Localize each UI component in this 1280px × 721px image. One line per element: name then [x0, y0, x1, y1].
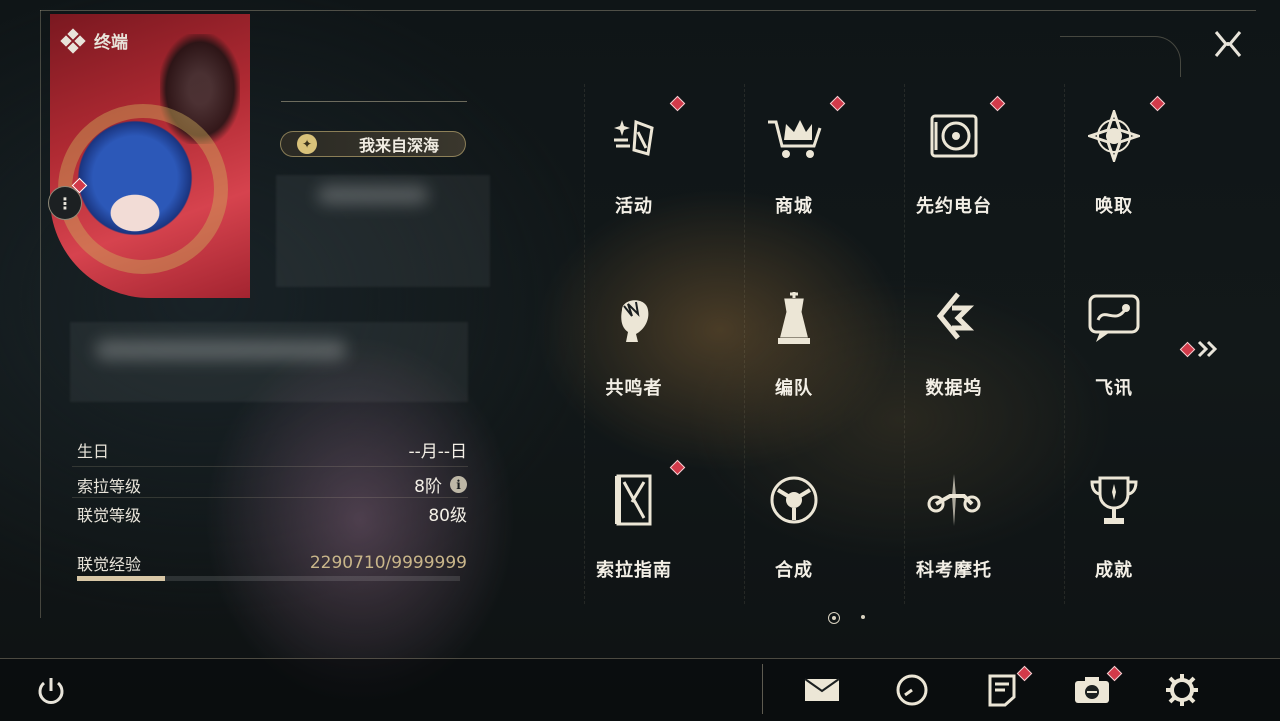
blurred-text — [318, 186, 428, 204]
settings-button[interactable] — [1162, 670, 1202, 710]
player-name-badge[interactable]: ✦ 我来自深海 — [280, 131, 466, 157]
power-button[interactable] — [34, 674, 70, 710]
union-level-label: 联觉等级 — [77, 505, 142, 525]
character-head-icon — [604, 288, 664, 348]
menu-item-convene[interactable]: 唤取 — [1034, 84, 1194, 266]
exp-progress-fill — [77, 576, 165, 581]
double-chevron-right-icon — [1197, 340, 1218, 358]
menu-item-motorbike[interactable]: 科考摩托 — [874, 448, 1034, 630]
mail-button[interactable] — [802, 670, 842, 710]
menu-item-activity[interactable]: 活动 — [554, 84, 714, 266]
menu-item-data-dock[interactable]: 数据坞 — [874, 266, 1034, 448]
sola-level-value: 8阶 — [414, 477, 442, 497]
player-name: 我来自深海 — [359, 136, 440, 155]
sparkle-flag-icon — [604, 106, 664, 166]
menu-label: 索拉指南 — [596, 560, 672, 581]
star-compass-icon — [1084, 106, 1144, 166]
sola-level-row: 索拉等级 8阶 i — [77, 472, 467, 497]
birthday-row: 生日 --月--日 — [77, 437, 467, 463]
data-dock-icon — [924, 288, 984, 348]
name-divider — [281, 101, 467, 102]
emblem-icon: ✦ — [297, 134, 317, 154]
exp-progress-bar — [77, 576, 460, 581]
menu-label: 唤取 — [1095, 196, 1133, 217]
camera-button[interactable] — [1072, 670, 1112, 710]
menu-item-radio[interactable]: 先约电台 — [874, 84, 1034, 266]
mail-icon — [804, 678, 840, 701]
union-level-row: 联觉等级 80级 — [77, 501, 467, 527]
synthesis-icon — [764, 470, 824, 530]
page-title: 终端 — [94, 33, 128, 53]
vinyl-radio-icon — [924, 106, 984, 166]
menu-label: 活动 — [615, 196, 653, 217]
exp-label: 联觉经验 — [77, 555, 142, 574]
sola-level-label: 索拉等级 — [77, 476, 142, 496]
birthday-label: 生日 — [77, 441, 110, 461]
menu-item-messages[interactable]: 飞讯 — [1034, 266, 1194, 448]
frame-top-line — [40, 10, 1256, 11]
menu-label: 科考摩托 — [916, 560, 992, 581]
motorbike-icon — [924, 470, 984, 530]
menu-label: 数据坞 — [925, 378, 983, 399]
blurred-signature-box — [70, 322, 468, 402]
menu-label: 成就 — [1095, 560, 1133, 581]
page-indicator-2[interactable] — [858, 612, 868, 622]
menu-label: 合成 — [775, 560, 813, 581]
diamond-cluster-icon — [60, 27, 86, 54]
exp-value: 2290710/9999999 — [309, 553, 467, 573]
notice-icon — [988, 674, 1016, 707]
menu-label: 飞讯 — [1095, 378, 1133, 399]
guide-book-icon — [604, 470, 664, 530]
chat-bubble-icon — [1084, 288, 1144, 348]
menu-label: 先约电台 — [916, 196, 992, 217]
close-icon — [1214, 31, 1242, 57]
trophy-icon — [1084, 470, 1144, 530]
blurred-signature — [96, 340, 346, 360]
notify-dot — [1179, 341, 1196, 357]
clock-icon — [896, 674, 928, 706]
settings-gear-icon — [1166, 674, 1198, 706]
chess-team-icon — [764, 288, 824, 348]
menu-label: 共鸣者 — [605, 378, 663, 399]
exp-row: 联觉经验 2290710/9999999 — [77, 551, 467, 575]
menu-item-achievements[interactable]: 成就 — [1034, 448, 1194, 630]
frame-curve — [1060, 36, 1181, 77]
time-button[interactable] — [892, 670, 932, 710]
birthday-value: --月--日 — [408, 442, 467, 462]
page-indicator-1[interactable] — [828, 612, 840, 624]
union-level-value: 80级 — [428, 506, 467, 526]
sola-level-value-wrap: 8阶 i — [414, 472, 467, 497]
menu-label: 编队 — [775, 378, 813, 399]
menu-label: 商城 — [775, 196, 813, 217]
menu-item-resonators[interactable]: 共鸣者 — [554, 266, 714, 448]
power-icon — [38, 678, 64, 704]
crown-cart-icon — [764, 106, 824, 166]
notice-button[interactable] — [982, 670, 1022, 710]
terminal-title: 终端 — [60, 27, 128, 54]
next-page-button[interactable] — [1179, 340, 1219, 358]
menu-item-team[interactable]: 编队 — [714, 266, 874, 448]
menu-item-sola-guide[interactable]: 索拉指南 — [554, 448, 714, 630]
frame-left-line — [40, 10, 41, 618]
avatar[interactable] — [70, 118, 200, 268]
divider — [72, 466, 468, 467]
camera-icon — [1075, 677, 1109, 703]
menu-item-shop[interactable]: 商城 — [714, 84, 874, 266]
divider — [72, 497, 468, 498]
menu-grid: 活动 商城 先约电台 唤取 共鸣者 编队 数据坞 飞讯 索拉指南 合成 科考摩托… — [554, 84, 1194, 624]
close-button[interactable] — [1210, 26, 1246, 62]
menu-item-synthesis[interactable]: 合成 — [714, 448, 874, 630]
info-icon[interactable]: i — [450, 476, 467, 493]
bottom-separator — [762, 664, 763, 714]
